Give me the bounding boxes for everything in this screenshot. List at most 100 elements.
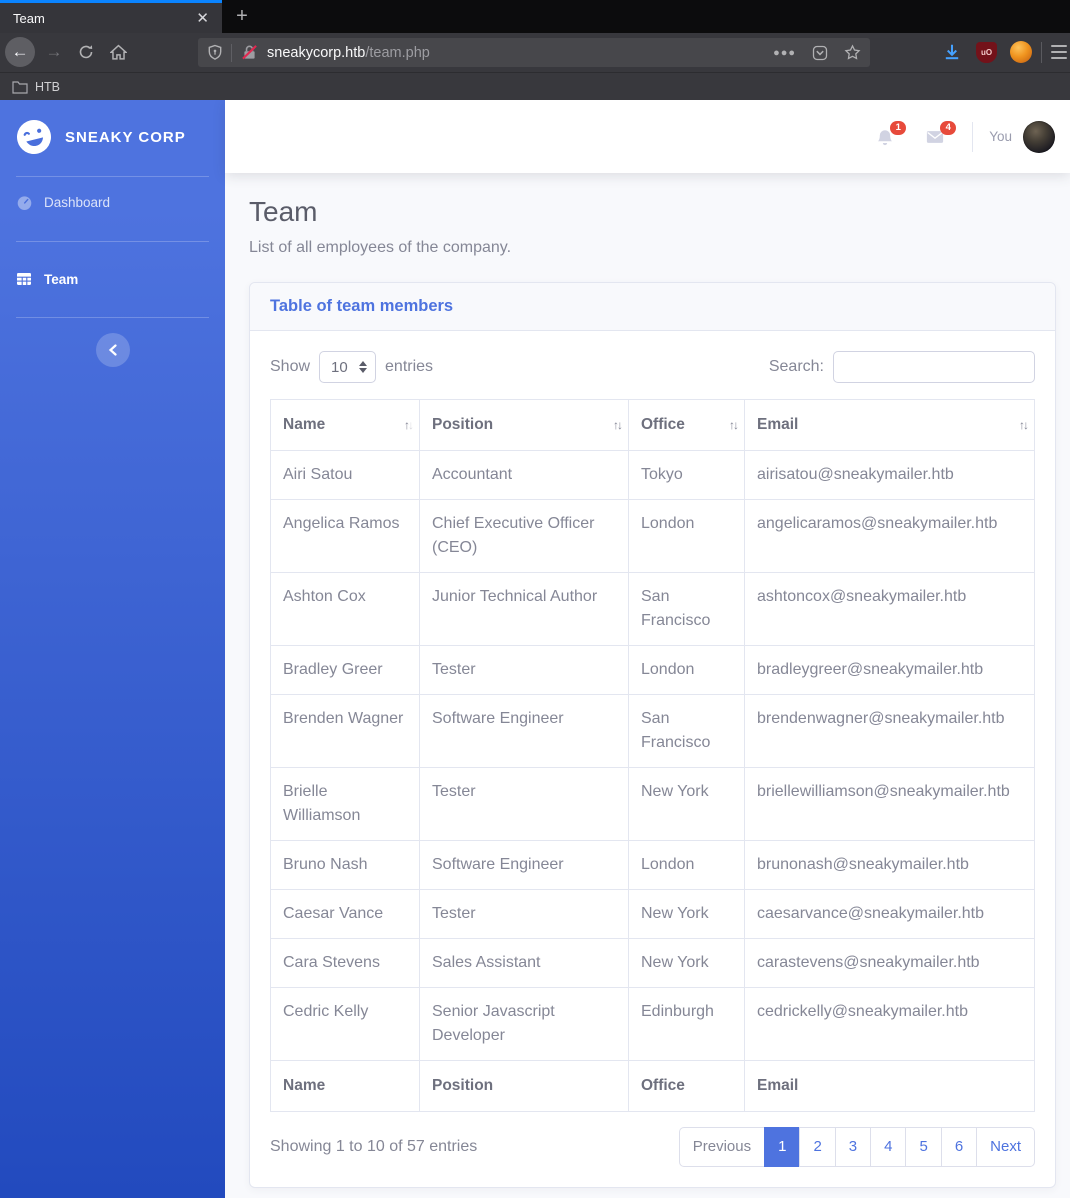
pocket-icon[interactable] (812, 45, 828, 61)
tab-title: Team (13, 10, 45, 26)
page-length-select[interactable]: 10 (319, 351, 377, 383)
browser-titlebar: Team ✕ + (0, 0, 1070, 33)
sidebar-item-dashboard[interactable]: Dashboard (0, 177, 225, 228)
cell-office: London (628, 645, 745, 695)
footer-header-name: Name (270, 1060, 420, 1112)
bookmark-folder-htb[interactable]: HTB (35, 80, 60, 94)
table-row[interactable]: Caesar Vance Tester New York caesarvance… (270, 889, 1035, 939)
tab-close-icon[interactable]: ✕ (189, 10, 216, 27)
avatar[interactable] (1023, 120, 1055, 153)
cell-position: Junior Technical Author (419, 572, 629, 646)
cell-email: caesarvance@sneakymailer.htb (744, 889, 1035, 939)
tachometer-icon (16, 194, 33, 211)
table-row[interactable]: Cara Stevens Sales Assistant New York ca… (270, 938, 1035, 988)
table-row[interactable]: Bradley Greer Tester London bradleygreer… (270, 645, 1035, 695)
sidebar-divider (16, 317, 209, 318)
back-button[interactable]: ← (5, 37, 35, 67)
cell-name: Brielle Williamson (270, 767, 420, 841)
page-length-value: 10 (331, 358, 348, 376)
page-length-control: Show 10 entries (270, 351, 433, 383)
footer-header-office: Office (628, 1060, 745, 1112)
user-menu[interactable]: You (989, 120, 1055, 153)
cell-office: New York (628, 938, 745, 988)
page-number-button[interactable]: 5 (905, 1127, 942, 1167)
smiley-wink-logo-icon (17, 120, 51, 154)
foxyproxy-icon[interactable] (1010, 41, 1032, 63)
pagination: Previous 123456 Next (678, 1127, 1035, 1167)
table-row[interactable]: Brielle Williamson Tester New York briel… (270, 767, 1035, 841)
cell-office: San Francisco (628, 694, 745, 768)
table-row[interactable]: Airi Satou Accountant Tokyo airisatou@sn… (270, 450, 1035, 500)
card-title: Table of team members (270, 297, 454, 315)
team-table-card: Table of team members Show 10 entries Se… (249, 282, 1056, 1188)
table-info: Showing 1 to 10 of 57 entries (270, 1138, 478, 1155)
sidebar-collapse-button[interactable] (95, 333, 130, 367)
brand-name: SNEAKY CORP (65, 128, 186, 146)
table-row[interactable]: Ashton Cox Junior Technical Author San F… (270, 572, 1035, 646)
page-number-button[interactable]: 3 (834, 1127, 872, 1167)
sidebar-item-label: Team (44, 272, 79, 287)
alerts-button[interactable]: 1 (860, 120, 910, 146)
column-header-position[interactable]: Position ↑↓ (419, 399, 629, 451)
table-row[interactable]: Bruno Nash Software Engineer London brun… (270, 840, 1035, 890)
page-number-button[interactable]: 1 (764, 1127, 801, 1167)
sidebar-brand[interactable]: SNEAKY CORP (0, 100, 225, 176)
forward-button[interactable]: → (42, 40, 66, 64)
table-row[interactable]: Cedric Kelly Senior Javascript Developer… (270, 987, 1035, 1061)
page-actions-icon[interactable]: ●●● (773, 47, 796, 59)
card-body: Show 10 entries Search: Name ↑↓ Position… (250, 331, 1055, 1187)
column-header-email[interactable]: Email ↑↓ (744, 399, 1035, 451)
table-row[interactable]: Angelica Ramos Chief Executive Officer (… (270, 499, 1035, 573)
sidebar-item-label: Dashboard (44, 195, 111, 210)
column-header-name[interactable]: Name ↑↓ (270, 399, 420, 451)
page-number-button[interactable]: 4 (870, 1127, 907, 1167)
topbar: 1 4 You (225, 100, 1070, 173)
cell-position: Tester (419, 889, 629, 939)
cell-email: briellewilliamson@sneakymailer.htb (744, 767, 1035, 841)
browser-chrome: Team ✕ + ← → sneakycorp.htb /team.php ●●… (0, 0, 1070, 100)
cell-position: Tester (419, 645, 629, 695)
cell-position: Accountant (419, 450, 629, 500)
page-number-button[interactable]: 6 (940, 1127, 978, 1167)
cell-position: Software Engineer (419, 694, 629, 768)
menu-hamburger-icon[interactable] (1051, 45, 1067, 59)
home-icon[interactable] (106, 40, 130, 64)
cell-name: Cara Stevens (270, 938, 420, 988)
search-label: Search: (768, 358, 824, 375)
search-input[interactable] (833, 351, 1035, 383)
previous-page-button[interactable]: Previous (678, 1127, 766, 1167)
sidebar: SNEAKY CORP Dashboard Team (0, 100, 225, 1198)
ublock-origin-icon[interactable]: uO (976, 42, 997, 63)
cell-name: Airi Satou (270, 450, 420, 500)
cell-office: London (628, 499, 745, 573)
url-host: sneakycorp.htb (267, 44, 366, 61)
messages-button[interactable]: 4 (910, 120, 960, 146)
topbar-divider (972, 121, 974, 152)
cell-position: Chief Executive Officer (CEO) (419, 499, 629, 573)
page-subtitle: List of all employees of the company. (249, 239, 512, 256)
sort-desc-icon: ↓ (1023, 418, 1029, 432)
column-header-office[interactable]: Office ↑↓ (628, 399, 745, 451)
table-row[interactable]: Brenden Wagner Software Engineer San Fra… (270, 694, 1035, 768)
page-number-button[interactable]: 2 (799, 1127, 836, 1167)
url-bar[interactable]: sneakycorp.htb /team.php ●●● (198, 38, 870, 67)
new-tab-button[interactable]: + (229, 5, 255, 29)
bookmarks-bar: HTB (0, 72, 1070, 100)
downloads-icon[interactable] (940, 40, 964, 64)
cell-name: Brenden Wagner (270, 694, 420, 768)
insecure-lock-icon[interactable] (241, 44, 258, 61)
browser-tab-team[interactable]: Team ✕ (0, 0, 222, 33)
reload-icon[interactable] (74, 40, 98, 64)
cell-name: Caesar Vance (270, 889, 420, 939)
table-header-row: Name ↑↓ Position ↑↓ Office ↑↓ Email ↑↓ (270, 399, 1035, 451)
next-page-button[interactable]: Next (976, 1127, 1035, 1167)
cell-email: brunonash@sneakymailer.htb (744, 840, 1035, 890)
footer-header-position: Position (419, 1060, 629, 1112)
table-search: Search: (769, 351, 1035, 383)
sidebar-item-team[interactable]: Team (0, 254, 225, 305)
browser-toolbar: ← → sneakycorp.htb /team.php ●●● uO (0, 33, 1070, 72)
cell-position: Senior Javascript Developer (419, 987, 629, 1061)
bookmark-star-icon[interactable] (844, 44, 861, 61)
page-title: Team (249, 196, 318, 227)
tracking-protection-shield-icon[interactable] (207, 44, 223, 61)
